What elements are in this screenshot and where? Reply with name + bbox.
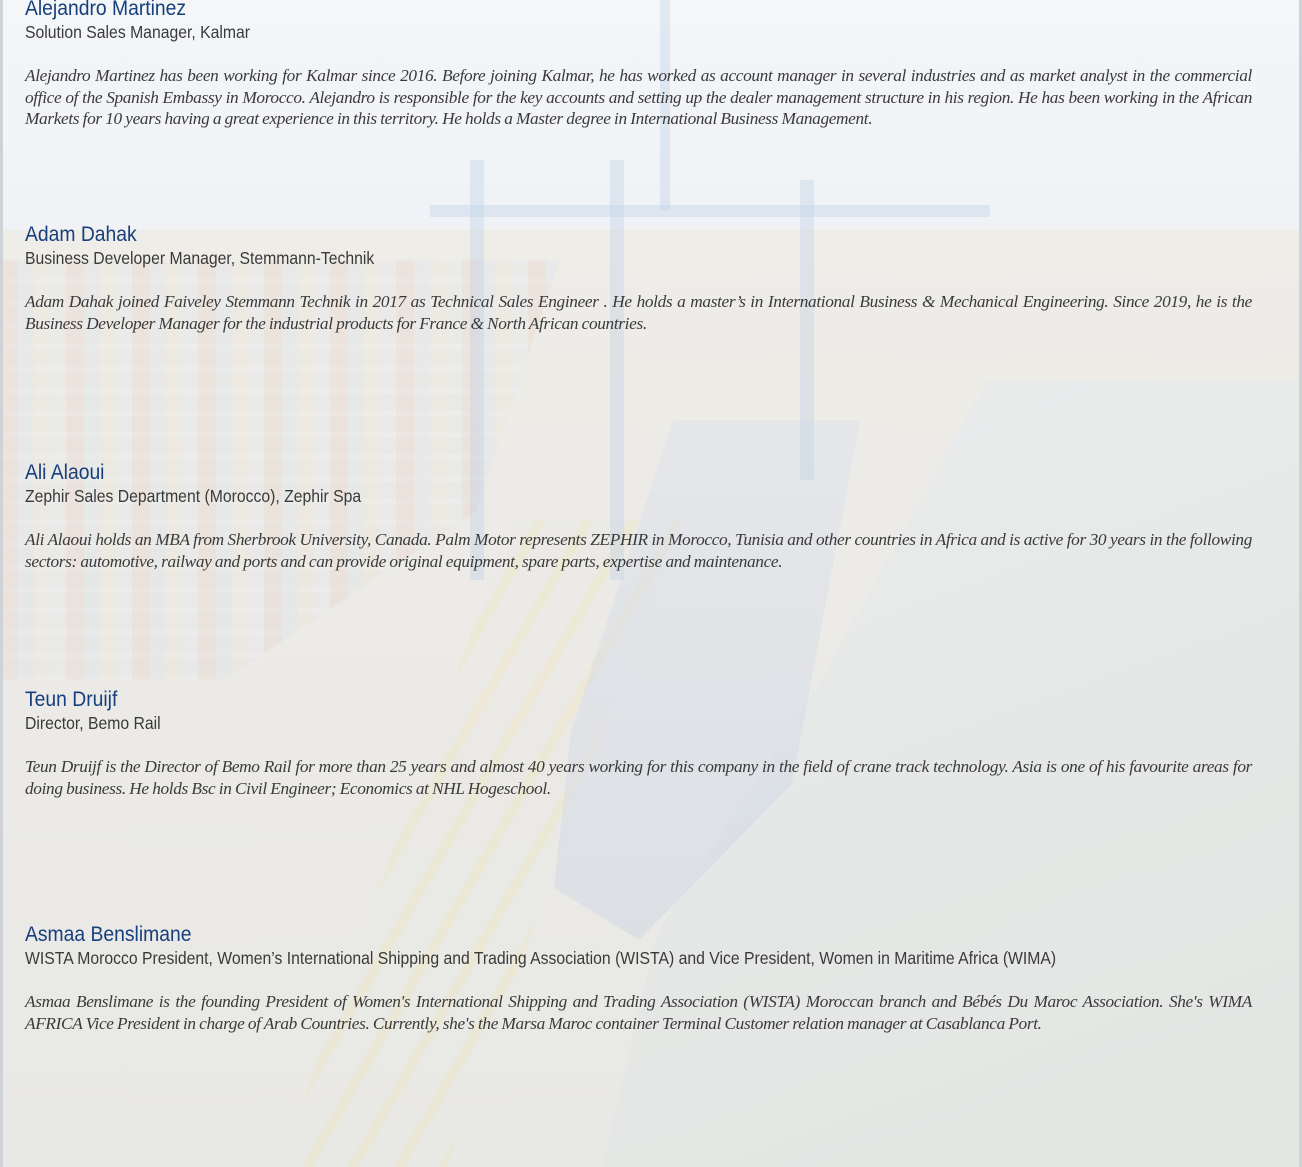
speaker-bio: Asmaa Benslimane is the founding Preside… [25, 992, 1252, 1033]
speaker-role: WISTA Morocco President, Women’s Interna… [25, 948, 1057, 968]
speaker-role: Solution Sales Manager, Kalmar [25, 22, 250, 42]
speaker-name: Adam Dahak [25, 223, 137, 246]
speaker-role: Director, Bemo Rail [25, 713, 161, 733]
speaker-name: Asmaa Benslimane [25, 923, 192, 946]
speakers-page: Alejandro Martinez Solution Sales Manage… [0, 0, 1302, 1167]
speaker-name: Ali Alaoui [25, 461, 105, 484]
speaker-block: Ali Alaoui Zephir Sales Department (Moro… [25, 461, 1252, 589]
speaker-block: Alejandro Martinez Solution Sales Manage… [25, 0, 1252, 147]
speaker-bio: Ali Alaoui holds an MBA from Sherbrook U… [25, 530, 1252, 571]
speaker-bio: Teun Druijf is the Director of Bemo Rail… [25, 757, 1252, 798]
speaker-bio: Adam Dahak joined Faiveley Stemmann Tech… [25, 292, 1252, 333]
speaker-role: Business Developer Manager, Stemmann-Tec… [25, 248, 375, 268]
speaker-name: Alejandro Martinez [25, 0, 187, 20]
left-border [0, 0, 3, 1167]
speaker-name: Teun Druijf [25, 688, 118, 711]
speaker-block: Teun Druijf Director, Bemo Rail Teun Dru… [25, 688, 1252, 816]
speaker-bio: Alejandro Martinez has been working for … [25, 66, 1252, 128]
speaker-role: Zephir Sales Department (Morocco), Zephi… [25, 486, 362, 506]
speaker-block: Adam Dahak Business Developer Manager, S… [25, 223, 1252, 351]
speaker-block: Asmaa Benslimane WISTA Morocco President… [25, 923, 1252, 1051]
